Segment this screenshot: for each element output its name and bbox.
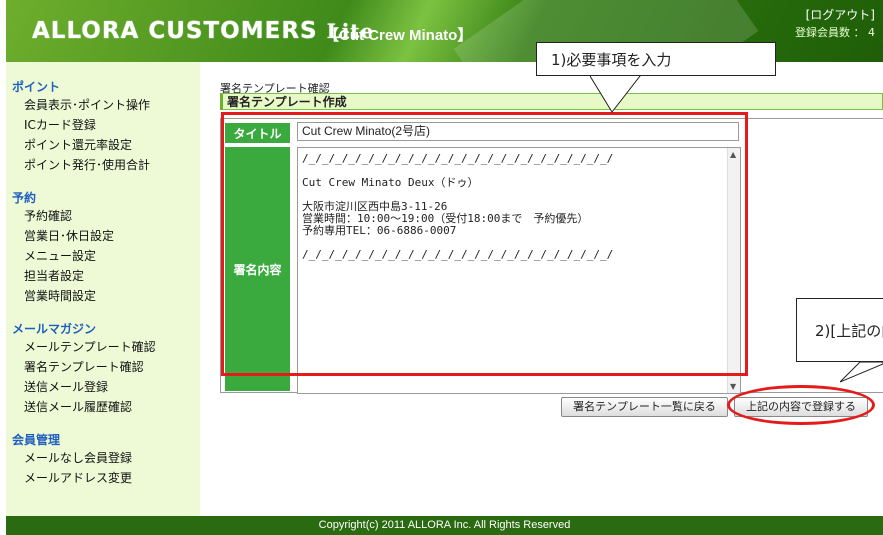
back-to-list-button[interactable]: 署名テンプレート一覧に戻る [561,397,728,417]
sidebar-item-business-days[interactable]: 営業日･休日設定 [24,226,200,246]
callout-register: 2)[上記の内容で登録する]をクリック [796,298,883,362]
sidebar-item-signature-template[interactable]: 署名テンプレート確認 [24,357,200,377]
sidebar-item-mail-history[interactable]: 送信メール履歴確認 [24,397,200,417]
callout-input: 1)必要事項を入力 [536,42,776,76]
page-title: 署名テンプレート作成 [220,93,883,110]
logo-main-text: ALLORA CUSTOMERS [32,18,318,44]
sidebar-item-menu-settings[interactable]: メニュー設定 [24,246,200,266]
member-count: 登録会員数 ： 4 [795,26,875,39]
sidebar-section-reservation: 予約 [12,191,37,205]
callout2-pointer [840,361,883,383]
sidebar-section-members: 会員管理 [12,433,61,447]
sidebar-item-point-totals[interactable]: ポイント発行･使用合計 [24,155,200,175]
sidebar-item-send-mail[interactable]: 送信メール登録 [24,377,200,397]
sidebar-item-mail-template[interactable]: メールテンプレート確認 [24,337,200,357]
app-logo: ALLORA CUSTOMERS Lite [32,18,374,44]
highlight-box [221,112,748,376]
callout1-pointer [590,76,641,113]
sidebar-item-no-mail-member[interactable]: メールなし会員登録 [24,448,200,468]
sidebar-item-business-hours[interactable]: 営業時間設定 [24,286,200,306]
sidebar-item-change-email[interactable]: メールアドレス変更 [24,468,200,488]
sidebar-item-reservation-check[interactable]: 予約確認 [24,206,200,226]
sidebar-item-staff-settings[interactable]: 担当者設定 [24,266,200,286]
scroll-down-icon[interactable]: ▼ [730,382,736,391]
highlight-ellipse [727,385,875,425]
sidebar-section-mail-magazine: メールマガジン [12,322,97,336]
shop-name: 【Cut Crew Minato】 [324,27,473,44]
sidebar-item-member-points[interactable]: 会員表示･ポイント操作 [24,95,200,115]
sidebar-item-return-rate[interactable]: ポイント還元率設定 [24,135,200,155]
logout-link[interactable]: [ログアウト] [806,6,875,23]
sidebar-section-point: ポイント [12,80,61,94]
sidebar-nav: ポイント 会員表示･ポイント操作 ICカード登録 ポイント還元率設定 ポイント発… [6,62,200,516]
sidebar-item-ic-card[interactable]: ICカード登録 [24,115,200,135]
footer-copyright: Copyright(c) 2011 ALLORA Inc. All Rights… [6,516,883,535]
